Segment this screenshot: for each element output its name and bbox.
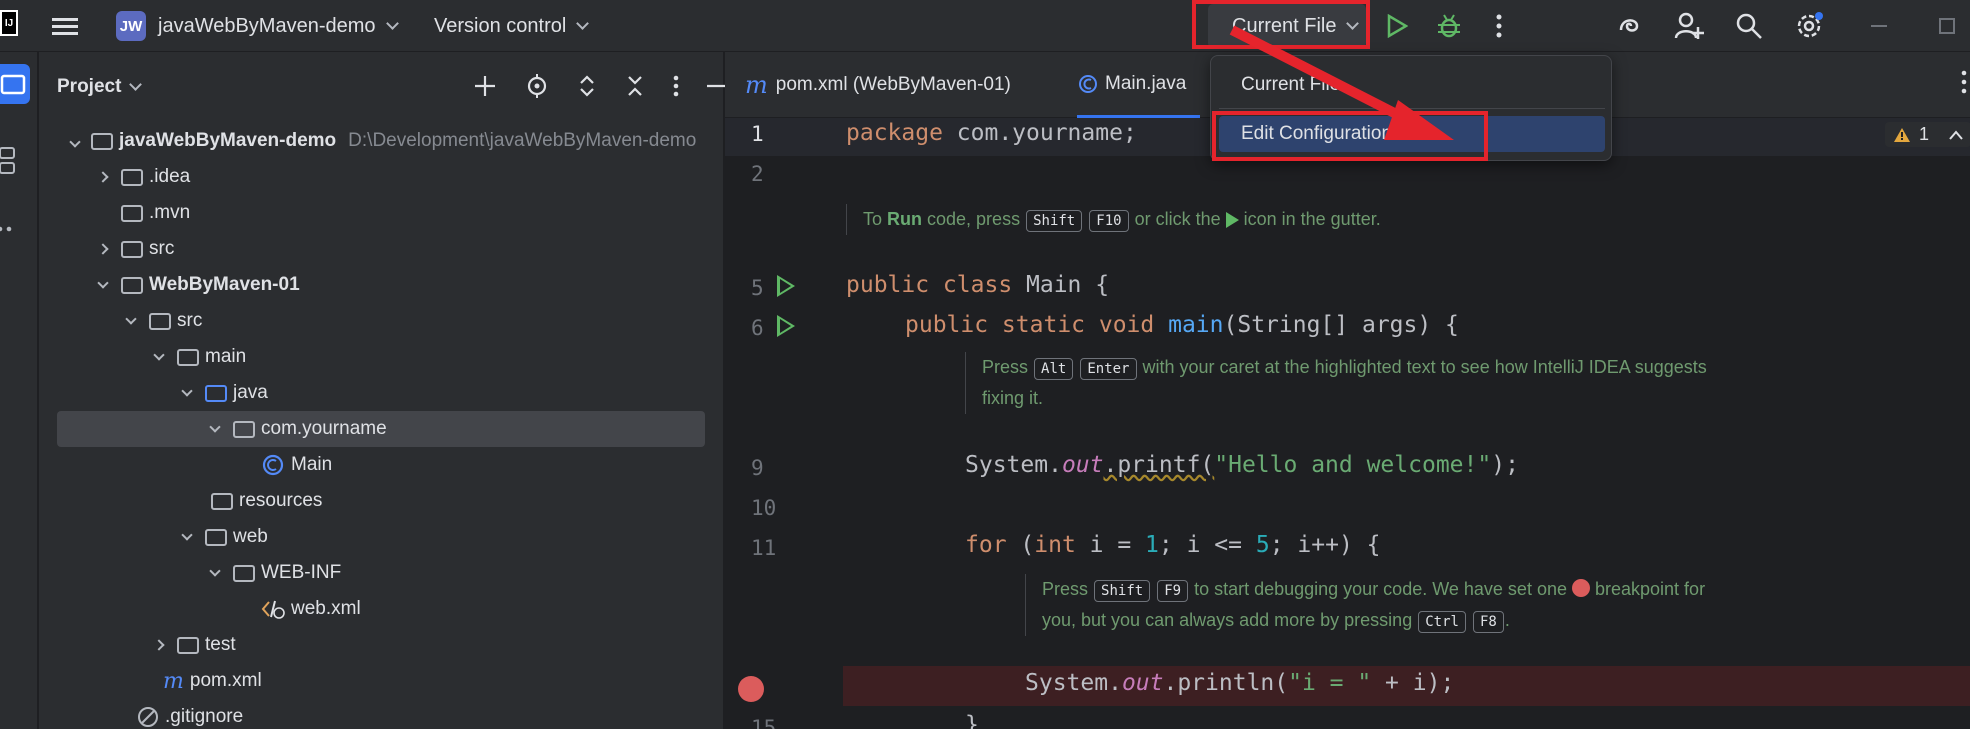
annotation-arrow: [1229, 25, 1454, 140]
